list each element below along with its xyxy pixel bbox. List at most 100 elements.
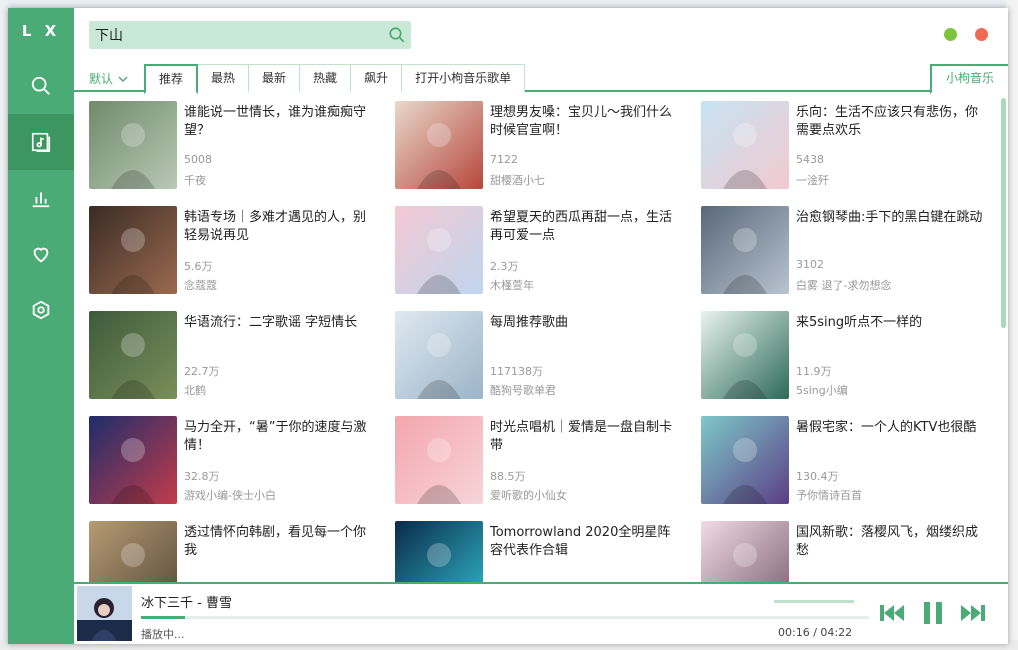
playlist-grid: 谁能说一世情长，谁为谁痴痴守望？ 5008 千夜 理想男友嗓：宝贝儿～我们什么时候官宣… bbox=[74, 94, 1008, 584]
playlist-cover[interactable] bbox=[89, 521, 177, 584]
playlist-title[interactable]: 马力全开，“暑”于你的速度与激情！ bbox=[184, 419, 376, 455]
sort-select[interactable]: 默认 bbox=[89, 70, 129, 87]
playlist-author: 爱听歌的小仙女 bbox=[490, 487, 567, 503]
playlist-card[interactable]: 国风新歌：落樱风飞，烟缕织成愁 bbox=[701, 521, 991, 584]
app-window: L X 默认 推荐最热 bbox=[8, 8, 1008, 644]
next-button[interactable] bbox=[958, 598, 988, 628]
playlist-title[interactable]: 希望夏天的西瓜再甜一点，生活再可爱一点 bbox=[490, 209, 682, 245]
nav-leaderboard[interactable] bbox=[8, 170, 74, 226]
playlist-title[interactable]: 暑假宅家：一个人的KTV也很酷 bbox=[796, 419, 988, 437]
playlist-author: 游戏小编-侠士小白 bbox=[184, 487, 276, 503]
playlist-cover[interactable] bbox=[395, 101, 483, 189]
playlist-card[interactable]: 来5sing听点不一样的11.9万5sing小编 bbox=[701, 311, 991, 401]
playlist-cover[interactable] bbox=[89, 206, 177, 294]
minimize-button[interactable] bbox=[944, 28, 957, 41]
category-tabs: 推荐最热最新热藏飙升打开小枸音乐歌单 bbox=[144, 64, 525, 92]
playlist-title[interactable]: 每周推荐歌曲 bbox=[490, 314, 682, 332]
album-cover[interactable] bbox=[77, 586, 132, 641]
playlist-cover[interactable] bbox=[701, 206, 789, 294]
sidebar: L X bbox=[8, 8, 74, 644]
play-time: 00:16 / 04:22 bbox=[778, 626, 852, 639]
heart-icon bbox=[30, 243, 52, 265]
settings-icon bbox=[30, 299, 52, 321]
nav-favorites[interactable] bbox=[8, 226, 74, 282]
tab-source[interactable]: 小枸音乐 bbox=[930, 64, 1008, 94]
playlist-author: 千夜 bbox=[184, 172, 206, 188]
chevron-down-icon bbox=[117, 73, 129, 85]
desktop-background-top bbox=[0, 0, 1018, 8]
playlist-title[interactable]: 韩语专场｜多难才遇见的人，别轻易说再见 bbox=[184, 209, 376, 245]
playlist-cover[interactable] bbox=[395, 416, 483, 504]
tab-4[interactable]: 飙升 bbox=[351, 64, 402, 92]
playlist-play-count: 117138万 bbox=[490, 363, 543, 379]
search-box bbox=[89, 21, 411, 49]
current-song-title: 冰下三千 - 曹雪 bbox=[141, 592, 232, 611]
playlist-title[interactable]: 乐向：生活不应该只有悲伤，你需要点欢乐 bbox=[796, 104, 988, 140]
tab-1[interactable]: 最热 bbox=[198, 64, 249, 92]
playlist-card[interactable]: 时光点唱机｜爱情是一盘自制卡带88.5万爱听歌的小仙女 bbox=[395, 416, 685, 506]
playlist-card[interactable]: 理想男友嗓：宝贝儿～我们什么时候官宣啊！7122甜樱酒小七 bbox=[395, 101, 685, 191]
playlist-card[interactable]: 治愈钢琴曲:手下的黑白键在跳动3102白雾 退了-求勿想念 bbox=[701, 206, 991, 296]
nav-settings[interactable] bbox=[8, 282, 74, 338]
tab-0[interactable]: 推荐 bbox=[144, 64, 198, 94]
playlist-title[interactable]: 谁能说一世情长，谁为谁痴痴守望？ bbox=[184, 104, 376, 140]
playlist-title[interactable]: 理想男友嗓：宝贝儿～我们什么时候官宣啊！ bbox=[490, 104, 682, 140]
playlist-cover[interactable] bbox=[701, 521, 789, 584]
playlist-cover[interactable] bbox=[701, 311, 789, 399]
play-status: 播放中... bbox=[141, 626, 185, 642]
close-button[interactable] bbox=[975, 28, 988, 41]
playlist-card[interactable]: 每周推荐歌曲117138万酷狗号歌单君 bbox=[395, 311, 685, 401]
pause-icon bbox=[920, 600, 946, 626]
playlist-cover[interactable] bbox=[395, 521, 483, 584]
nav-song-list[interactable] bbox=[8, 114, 74, 170]
playlist-card[interactable]: 乐向：生活不应该只有悲伤，你需要点欢乐5438一淦歼 bbox=[701, 101, 991, 191]
playlist-cover[interactable] bbox=[89, 101, 177, 189]
prev-icon bbox=[878, 602, 906, 624]
tab-3[interactable]: 热藏 bbox=[300, 64, 351, 92]
playlist-card[interactable]: 希望夏天的西瓜再甜一点，生活再可爱一点 2.3万木槿萱年 bbox=[395, 206, 685, 296]
playlist-cover[interactable] bbox=[701, 101, 789, 189]
playlist-cover[interactable] bbox=[89, 416, 177, 504]
progress-fill bbox=[141, 616, 185, 619]
nav-search[interactable] bbox=[8, 58, 74, 114]
prev-button[interactable] bbox=[877, 598, 907, 628]
playlist-play-count: 5008 bbox=[184, 153, 212, 166]
playlist-play-count: 22.7万 bbox=[184, 363, 220, 379]
search-input[interactable] bbox=[89, 21, 383, 49]
playlist-author: 木槿萱年 bbox=[490, 277, 534, 293]
progress-bar[interactable] bbox=[141, 616, 869, 619]
playlist-card[interactable]: 谁能说一世情长，谁为谁痴痴守望？ 5008 千夜 bbox=[89, 101, 379, 191]
playlist-title[interactable]: 国风新歌：落樱风飞，烟缕织成愁 bbox=[796, 524, 988, 560]
playlist-cover[interactable] bbox=[89, 311, 177, 399]
pause-button[interactable] bbox=[918, 598, 948, 628]
tab-2[interactable]: 最新 bbox=[249, 64, 300, 92]
playlist-title[interactable]: 来5sing听点不一样的 bbox=[796, 314, 988, 332]
playlist-title[interactable]: Tomorrowland 2020全明星阵容代表作合辑 bbox=[490, 524, 682, 560]
scrollbar[interactable] bbox=[1001, 98, 1006, 328]
volume-slider[interactable] bbox=[774, 600, 854, 603]
playlist-card[interactable]: 马力全开，“暑”于你的速度与激情！ 32.8万游戏小编-侠士小白 bbox=[89, 416, 379, 506]
next-icon bbox=[959, 602, 987, 624]
search-button[interactable] bbox=[383, 21, 411, 49]
chart-icon bbox=[30, 187, 52, 209]
tab-5[interactable]: 打开小枸音乐歌单 bbox=[402, 64, 525, 92]
playlist-card[interactable]: 暑假宅家：一个人的KTV也很酷130.4万予你情诗百首 bbox=[701, 416, 991, 506]
playlist-title[interactable]: 华语流行：二字歌谣 字短情长 bbox=[184, 314, 376, 332]
playlist-card[interactable]: 华语流行：二字歌谣 字短情长22.7万北鹤 bbox=[89, 311, 379, 401]
app-logo: L X bbox=[8, 22, 74, 40]
playlist-play-count: 2.3万 bbox=[490, 258, 519, 274]
playlist-card[interactable]: 韩语专场｜多难才遇见的人，别轻易说再见5.6万念蔻蔻 bbox=[89, 206, 379, 296]
search-icon bbox=[388, 26, 406, 44]
search-icon bbox=[30, 75, 52, 97]
playlist-author: 白雾 退了-求勿想念 bbox=[796, 277, 891, 293]
playlist-cover[interactable] bbox=[395, 311, 483, 399]
playlist-play-count: 32.8万 bbox=[184, 468, 220, 484]
playlist-title[interactable]: 时光点唱机｜爱情是一盘自制卡带 bbox=[490, 419, 682, 455]
playlist-cover[interactable] bbox=[701, 416, 789, 504]
playlist-title[interactable]: 透过情怀向韩剧，看见每一个你我 bbox=[184, 524, 376, 560]
playlist-title[interactable]: 治愈钢琴曲:手下的黑白键在跳动 bbox=[796, 209, 988, 227]
playlist-card[interactable]: 透过情怀向韩剧，看见每一个你我 bbox=[89, 521, 379, 584]
tab-bar: 默认 推荐最热最新热藏飙升打开小枸音乐歌单 小枸音乐 bbox=[74, 64, 1008, 92]
playlist-cover[interactable] bbox=[395, 206, 483, 294]
playlist-card[interactable]: Tomorrowland 2020全明星阵容代表作合辑 bbox=[395, 521, 685, 584]
